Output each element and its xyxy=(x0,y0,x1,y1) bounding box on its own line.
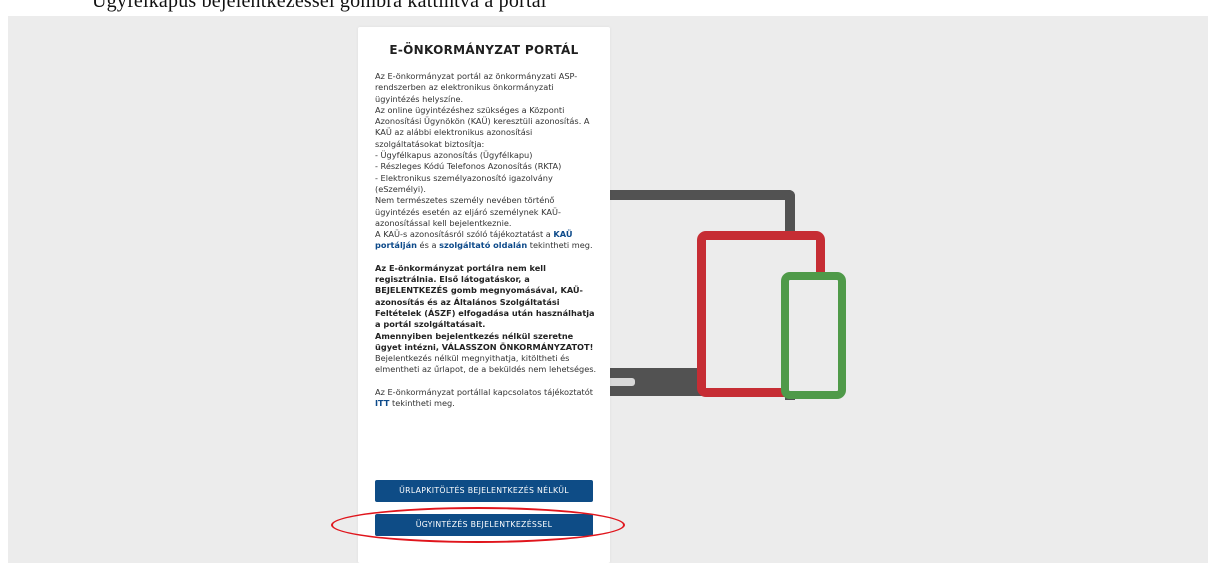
no-login-paragraph: Amennyiben bejelentkezés nélkül szeretne… xyxy=(375,331,599,376)
kau-info-prefix: A KAÜ-s azonosításról szóló tájékoztatás… xyxy=(375,229,554,240)
provider-page-link[interactable]: szolgáltató oldalán xyxy=(439,240,527,250)
kau-info-middle: és a xyxy=(416,240,440,251)
login-button[interactable]: ÜGYINTÉZÉS BEJELENTKEZÉSSEL xyxy=(375,514,593,536)
phone-illustration xyxy=(781,272,846,399)
intro-line: Az E-önkormányzat portál az önkormányzat… xyxy=(375,71,578,104)
intro-line: - Részleges Kódú Telefonos Azonosítás (R… xyxy=(375,161,562,172)
intro-line: Az online ügyintézéshez szükséges a Közp… xyxy=(375,104,590,149)
kau-info-suffix: tekintheti meg. xyxy=(527,240,593,251)
more-info-suffix: tekintheti meg. xyxy=(389,398,455,409)
kau-info-paragraph: A KAÜ-s azonosításról szóló tájékoztatás… xyxy=(375,229,599,252)
more-info-link[interactable]: ITT xyxy=(375,398,389,408)
portal-info-panel: E-ÖNKORMÁNYZAT PORTÁL Az E-önkormányzat … xyxy=(358,27,610,563)
cut-off-document-text: Ügyfélkapus bejelentkezéssel gombra katt… xyxy=(92,0,547,12)
registration-notice-bold: Az E-önkormányzat portálra nem kell regi… xyxy=(375,262,595,330)
intro-line: - Elektronikus személyazonosító igazolvá… xyxy=(375,172,553,194)
form-without-login-button[interactable]: ŰRLAPKITÖLTÉS BEJELENTKEZÉS NÉLKÜL xyxy=(375,480,593,502)
intro-line: - Ügyfélkapus azonosítás (Ügyfélkapu) xyxy=(375,150,533,161)
more-info-prefix: Az E-önkormányzat portállal kapcsolatos … xyxy=(375,386,593,397)
portal-title: E-ÖNKORMÁNYZAT PORTÁL xyxy=(389,43,579,57)
registration-notice: Az E-önkormányzat portálra nem kell regi… xyxy=(375,263,599,331)
document-top-strip: Ügyfélkapus bejelentkezéssel gombra katt… xyxy=(0,0,1213,16)
more-info-paragraph: Az E-önkormányzat portállal kapcsolatos … xyxy=(375,387,599,410)
intro-line: Nem természetes személy nevében történő … xyxy=(375,195,561,228)
no-login-bold: Amennyiben bejelentkezés nélkül szeretne… xyxy=(375,330,594,352)
no-login-text: Bejelentkezés nélkül megnyithatja, kitöl… xyxy=(375,353,597,375)
portal-description: Az E-önkormányzat portál az önkormányzat… xyxy=(375,71,599,409)
